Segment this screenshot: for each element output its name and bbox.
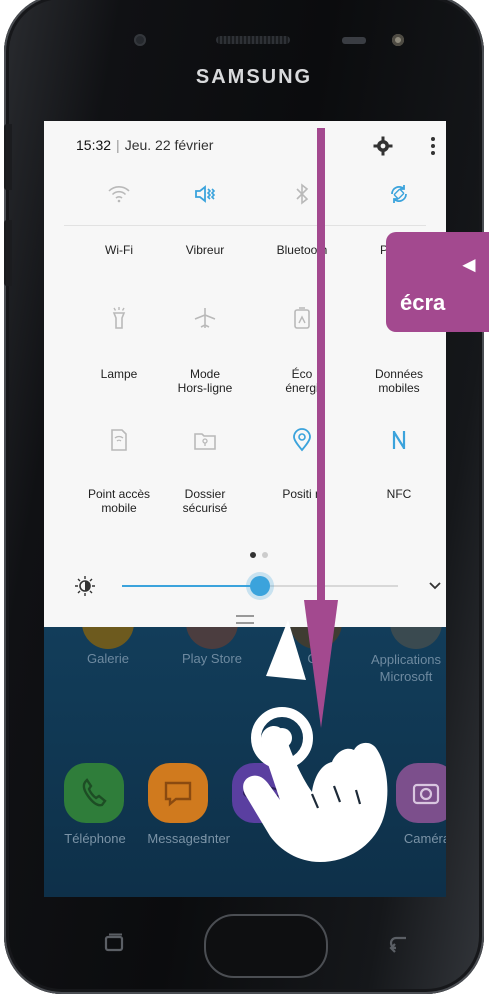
- gesture-overlay: [243, 128, 388, 862]
- swipe-down-arrow: [304, 128, 338, 728]
